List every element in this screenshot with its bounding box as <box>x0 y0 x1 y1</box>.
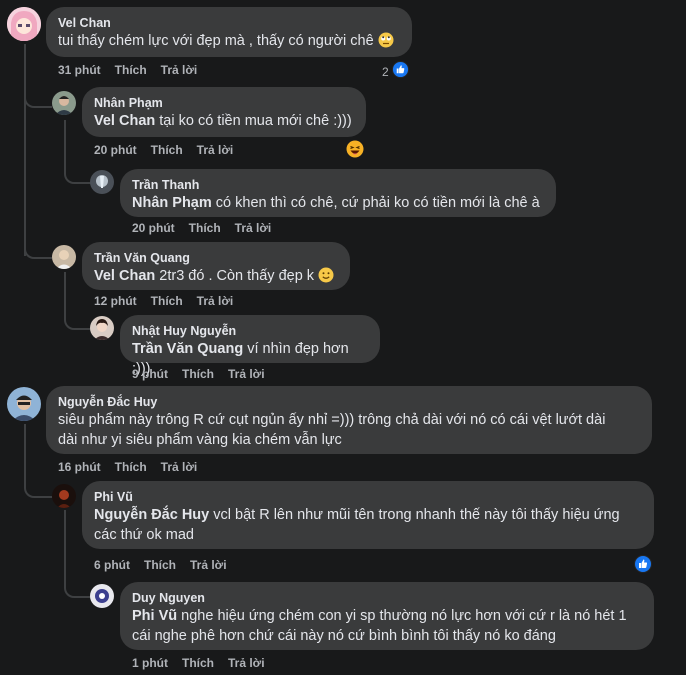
comment-actions: 31 phút Thích Trả lời <box>58 63 211 77</box>
avatar[interactable] <box>52 484 76 508</box>
comment-text-line: siêu phẩm này trông R cứ cụt ngủn ấy nhỉ… <box>58 412 606 428</box>
thread-line <box>24 44 26 256</box>
avatar[interactable] <box>7 7 41 41</box>
reply-button[interactable]: Trả lời <box>228 656 265 670</box>
comment-text: tui thấy chém lực với đẹp mà , thấy có n… <box>58 31 400 54</box>
thread-line <box>24 245 52 259</box>
mention-link[interactable]: Vel Chan <box>94 113 155 129</box>
comment-text: Nguyễn Đắc Huy vcl bật R lên như mũi tên… <box>94 505 642 525</box>
comment-bubble: Duy Nguyen Phi Vũ nghe hiệu ứng chém con… <box>120 582 654 650</box>
comment-text: Nhân Phạm có khen thì có chê, cứ phải ko… <box>132 193 544 213</box>
comment-text-content: có khen thì có chê, cứ phải ko có tiền m… <box>211 195 540 211</box>
reply-button[interactable]: Trả lời <box>197 294 234 308</box>
avatar[interactable] <box>52 245 76 269</box>
comment-text-content: vcl bật R lên như mũi tên trong nhanh th… <box>209 507 620 523</box>
comment-bubble: Trần Văn Quang Vel Chan 2tr3 đó . Còn th… <box>82 242 350 290</box>
reply-button[interactable]: Trả lời <box>235 221 272 235</box>
reply-button[interactable]: Trả lời <box>228 367 265 381</box>
comment-actions: 16 phút Thích Trả lời <box>58 460 211 474</box>
mention-link[interactable]: Trần Văn Quang <box>132 341 243 357</box>
comment-time[interactable]: 1 phút <box>132 656 168 670</box>
reply-button[interactable]: Trả lời <box>161 63 198 77</box>
like-reaction-icon[interactable] <box>634 555 652 578</box>
like-button[interactable]: Thích <box>151 143 183 157</box>
comment-actions: 12 phút Thích Trả lời <box>94 294 247 308</box>
like-button[interactable]: Thích <box>115 460 147 474</box>
comment-author[interactable]: Duy Nguyen <box>132 590 642 606</box>
like-button[interactable]: Thích <box>189 221 221 235</box>
mention-link[interactable]: Nhân Phạm <box>132 195 212 211</box>
reaction-summary[interactable]: 2 <box>382 61 409 83</box>
comment-actions: 20 phút Thích Trả lời <box>94 143 247 157</box>
comment-text-content: tại ko có tiền mua mới chê :))) <box>155 113 352 129</box>
comment-actions: 1 phút Thích Trả lời <box>132 656 279 670</box>
comment-bubble: Nguyễn Đắc Huy siêu phẩm này trông R cứ … <box>46 386 652 454</box>
comment-text-content: tui thấy chém lực với đẹp mà , thấy có n… <box>58 33 374 49</box>
comment-bubble: Vel Chan tui thấy chém lực với đẹp mà , … <box>46 7 412 57</box>
like-button[interactable]: Thích <box>182 656 214 670</box>
reply-button[interactable]: Trả lời <box>190 558 227 572</box>
comment-text: Phi Vũ nghe hiệu ứng chém con yi sp thườ… <box>132 606 642 626</box>
comment-time[interactable]: 20 phút <box>132 221 175 235</box>
comment-bubble: Nhật Huy Nguyễn Trần Văn Quang ví nhìn đ… <box>120 315 380 377</box>
haha-reaction-icon[interactable] <box>346 140 364 163</box>
comment-time[interactable]: 16 phút <box>58 460 101 474</box>
comment-actions: 6 phút Thích Trả lời <box>94 558 241 572</box>
comment-time[interactable]: 12 phút <box>94 294 137 308</box>
comment-actions: 20 phút Thích Trả lời <box>132 221 285 235</box>
like-reaction-icon <box>391 61 409 83</box>
comment-author[interactable]: Vel Chan <box>58 15 400 31</box>
reply-button[interactable]: Trả lời <box>197 143 234 157</box>
mention-link[interactable]: Phi Vũ <box>132 608 177 624</box>
rolling-eyes-emoji-icon <box>378 32 394 54</box>
comment-text-content: 2tr3 đó . Còn thấy đẹp k <box>155 268 315 284</box>
comment-text: Vel Chan 2tr3 đó . Còn thấy đẹp k <box>94 266 338 289</box>
comment-author[interactable]: Nhật Huy Nguyễn <box>132 323 368 339</box>
avatar[interactable] <box>90 584 114 608</box>
comment-text-line: dài như yi siêu phẩm vàng kia chém vẫn l… <box>58 432 342 448</box>
like-button[interactable]: Thích <box>151 294 183 308</box>
comment-author[interactable]: Nhân Phạm <box>94 95 354 111</box>
comment-author[interactable]: Phi Vũ <box>94 489 642 505</box>
comment-time[interactable]: 9 phút <box>132 367 168 381</box>
comment-time[interactable]: 6 phút <box>94 558 130 572</box>
avatar[interactable] <box>90 316 114 340</box>
avatar[interactable] <box>52 91 76 115</box>
mention-link[interactable]: Nguyễn Đắc Huy <box>94 507 209 523</box>
comment-text-line: các thứ ok mad <box>94 527 194 543</box>
reply-button[interactable]: Trả lời <box>161 460 198 474</box>
like-button[interactable]: Thích <box>115 63 147 77</box>
comment-author[interactable]: Nguyễn Đắc Huy <box>58 394 640 410</box>
comment-text-content: nghe hiệu ứng chém con yi sp thường nó l… <box>177 608 627 624</box>
comment-text: Vel Chan tại ko có tiền mua mới chê :))) <box>94 111 354 131</box>
like-button[interactable]: Thích <box>144 558 176 572</box>
comment-time[interactable]: 20 phút <box>94 143 137 157</box>
reaction-count: 2 <box>382 65 389 79</box>
comment-author[interactable]: Trần Văn Quang <box>94 250 338 266</box>
comment-bubble: Phi Vũ Nguyễn Đắc Huy vcl bật R lên như … <box>82 481 654 549</box>
comment-actions: 9 phút Thích Trả lời <box>132 367 279 381</box>
comment-author[interactable]: Trần Thanh <box>132 177 544 193</box>
like-button[interactable]: Thích <box>182 367 214 381</box>
avatar[interactable] <box>7 387 41 421</box>
mention-link[interactable]: Vel Chan <box>94 268 155 284</box>
comment-text-line: cái nghe phê hơn chứ cái này nó cứ bình … <box>132 628 556 644</box>
comment-thread: Vel Chan tui thấy chém lực với đẹp mà , … <box>0 0 686 675</box>
comment-bubble: Trần Thanh Nhân Phạm có khen thì có chê,… <box>120 169 556 217</box>
avatar[interactable] <box>90 170 114 194</box>
comment-time[interactable]: 31 phút <box>58 63 101 77</box>
thread-line <box>24 96 52 108</box>
comment-bubble: Nhân Phạm Vel Chan tại ko có tiền mua mớ… <box>82 87 366 137</box>
slight-smile-emoji-icon <box>318 267 334 289</box>
